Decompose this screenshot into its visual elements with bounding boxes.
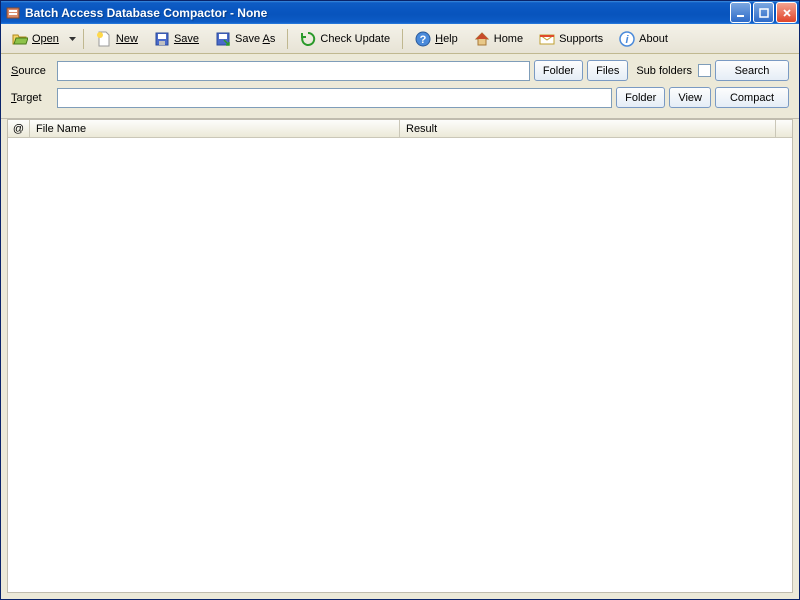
column-spacer [776, 120, 792, 137]
source-files-button[interactable]: Files [587, 60, 628, 81]
new-button[interactable]: New [89, 28, 145, 50]
help-label: Help [435, 33, 458, 45]
compact-button[interactable]: Compact [715, 87, 789, 108]
save-button[interactable]: Save [147, 28, 206, 50]
folder-open-icon [12, 31, 28, 47]
sub-folders-checkbox[interactable] [698, 64, 711, 77]
source-input[interactable] [57, 61, 530, 81]
target-label: Target [11, 92, 53, 104]
check-update-label: Check Update [320, 33, 390, 45]
target-folder-button[interactable]: Folder [616, 87, 665, 108]
new-file-icon [96, 31, 112, 47]
minimize-button[interactable] [730, 2, 751, 23]
close-button[interactable] [776, 2, 797, 23]
refresh-icon [300, 31, 316, 47]
target-input[interactable] [57, 88, 612, 108]
separator [287, 29, 288, 49]
home-label: Home [494, 33, 523, 45]
about-button[interactable]: i About [612, 28, 675, 50]
source-folder-button[interactable]: Folder [534, 60, 583, 81]
table-header: @ File Name Result [8, 120, 792, 138]
save-icon [154, 31, 170, 47]
help-icon: ? [415, 31, 431, 47]
about-label: About [639, 33, 668, 45]
window-title: Batch Access Database Compactor - None [25, 6, 730, 20]
search-button[interactable]: Search [715, 60, 789, 81]
supports-label: Supports [559, 33, 603, 45]
save-as-icon [215, 31, 231, 47]
app-window: Batch Access Database Compactor - None O… [0, 0, 800, 600]
app-icon [5, 5, 21, 21]
supports-button[interactable]: Supports [532, 28, 610, 50]
help-button[interactable]: ? Help [408, 28, 465, 50]
column-filename[interactable]: File Name [30, 120, 400, 137]
info-icon: i [619, 31, 635, 47]
save-as-label: Save As [235, 33, 275, 45]
new-label: New [116, 33, 138, 45]
open-dropdown[interactable] [68, 37, 78, 41]
save-label: Save [174, 33, 199, 45]
target-view-button[interactable]: View [669, 87, 711, 108]
column-result[interactable]: Result [400, 120, 776, 137]
titlebar[interactable]: Batch Access Database Compactor - None [1, 1, 799, 24]
window-controls [730, 2, 797, 23]
column-at[interactable]: @ [8, 120, 30, 137]
sub-folders-label: Sub folders [636, 65, 692, 77]
target-row: Target Folder View Compact [11, 87, 789, 108]
file-table: @ File Name Result [7, 119, 793, 593]
source-label: Source [11, 65, 53, 77]
svg-text:?: ? [420, 34, 427, 46]
open-label: Open [32, 33, 59, 45]
source-row: Source Folder Files Sub folders Search [11, 60, 789, 81]
form-area: Source Folder Files Sub folders Search T… [1, 54, 799, 119]
maximize-button[interactable] [753, 2, 774, 23]
open-button[interactable]: Open [5, 28, 66, 50]
separator [83, 29, 84, 49]
home-button[interactable]: Home [467, 28, 530, 50]
mail-icon [539, 31, 555, 47]
separator [402, 29, 403, 49]
home-icon [474, 31, 490, 47]
check-update-button[interactable]: Check Update [293, 28, 397, 50]
toolbar: Open New Save Save As Check Update ? Hel… [1, 24, 799, 54]
save-as-button[interactable]: Save As [208, 28, 282, 50]
table-body[interactable] [8, 138, 792, 592]
